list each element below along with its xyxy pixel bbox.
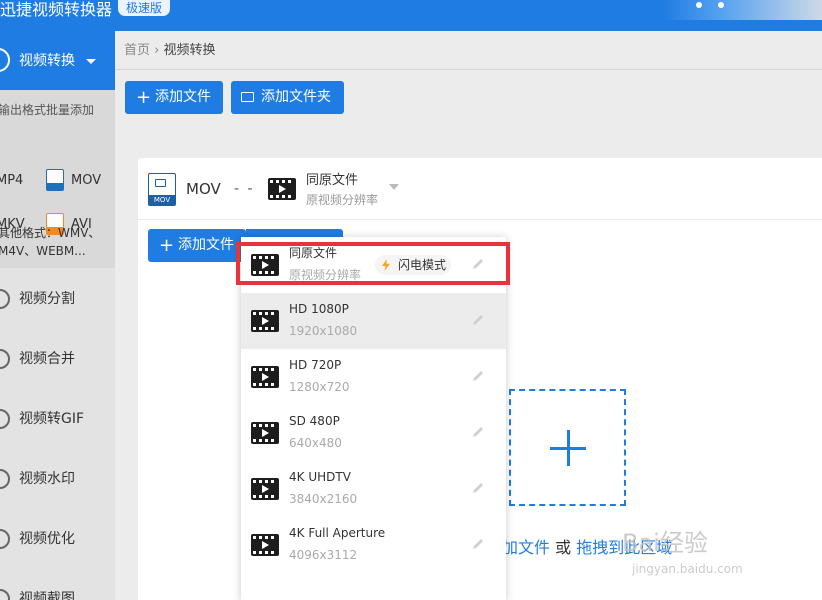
add-file-button[interactable]: + 添加文件 — [125, 81, 223, 114]
item-resolution: 1920x1080 — [289, 324, 358, 338]
video-film-icon — [251, 422, 279, 444]
sidebar-item-label: 视频转换 — [19, 53, 75, 69]
sidebar-item-video-optimize[interactable]: 视频优化 — [0, 519, 115, 559]
video-film-icon — [251, 534, 279, 556]
convert-arrow: - - — [234, 181, 255, 197]
item-name: HD 720P — [289, 358, 342, 372]
edition-badge: 极速版 — [118, 0, 170, 16]
screenshot-icon — [0, 589, 10, 600]
sidebar-item-video-screenshot[interactable]: 视频截图 — [0, 579, 115, 600]
sidebar-item-label: 视频优化 — [19, 531, 75, 547]
window-control-icon[interactable] — [718, 2, 724, 8]
watermark-icon — [0, 469, 10, 489]
button-label: 添加文件 — [178, 237, 234, 253]
watermark-url: jingyan.baidu.com — [632, 562, 743, 576]
format-quick-add: 输出格式批量添加 MP4 MOV MKV AVI 其他格式：WMV、M4V、WE… — [0, 90, 115, 268]
pencil-icon[interactable] — [471, 481, 485, 495]
sidebar-item-label: 视频水印 — [19, 471, 75, 487]
button-label: 添加文件夹 — [261, 89, 331, 105]
item-resolution: 640x480 — [289, 436, 342, 450]
item-name: SD 480P — [289, 414, 340, 428]
item-name: 4K UHDTV — [289, 470, 351, 484]
highlight-annotation — [236, 242, 510, 285]
pencil-icon[interactable] — [471, 425, 485, 439]
split-icon — [0, 289, 10, 309]
dropdown-item-hd-720p[interactable]: HD 720P 1280x720 — [241, 349, 506, 405]
divider — [115, 69, 822, 70]
item-name: HD 1080P — [289, 302, 349, 316]
plus-icon — [567, 430, 570, 466]
gif-icon — [0, 409, 10, 429]
breadcrumb: 首页 › 视频转换 — [124, 42, 216, 60]
sidebar-item-label: 视频合并 — [19, 351, 75, 367]
optimize-icon — [0, 529, 10, 549]
chevron-down-icon[interactable] — [389, 184, 399, 190]
sidebar-item-video-watermark[interactable]: 视频水印 — [0, 459, 115, 499]
folder-icon — [241, 92, 254, 102]
video-film-icon — [251, 366, 279, 388]
drop-hint-or: 或 — [555, 538, 572, 557]
target-format-resolution[interactable]: 原视频分辨率 — [306, 193, 378, 208]
chevron-down-icon[interactable] — [86, 59, 96, 64]
sidebar-item-label: 视频转GIF — [19, 411, 85, 427]
format-dropdown: 同原文件 原视频分辨率 闪电模式 HD 1080P 1920x1080 HD 7… — [241, 237, 506, 600]
pencil-icon[interactable] — [471, 313, 485, 327]
breadcrumb-home[interactable]: 首页 — [124, 43, 150, 58]
sidebar-item-video-convert[interactable]: 视频转换 — [0, 31, 115, 90]
panel-add-file-button[interactable]: + 添加文件 — [148, 229, 246, 262]
other-formats[interactable]: 其他格式：WMV、M4V、WEBM... — [0, 224, 113, 260]
button-label: 添加文件 — [155, 89, 211, 105]
watermark: Bai经验 — [622, 529, 708, 557]
dropdown-item-4k-full-aperture[interactable]: 4K Full Aperture 4096x3112 — [241, 517, 506, 573]
item-resolution: 1280x720 — [289, 380, 350, 394]
item-name: 4K Full Aperture — [289, 526, 386, 540]
breadcrumb-current: 视频转换 — [163, 43, 216, 58]
sidebar-item-video-split[interactable]: 视频分割 — [0, 279, 115, 319]
target-format-title[interactable]: 同原文件 — [306, 172, 358, 189]
file-icon-label: MOV — [149, 195, 175, 205]
plus-icon: + — [136, 87, 152, 108]
sidebar-item-video-merge[interactable]: 视频合并 — [0, 339, 115, 379]
app-title: 迅捷视频转换器 — [0, 0, 113, 19]
convert-icon — [0, 48, 10, 72]
video-film-icon — [251, 478, 279, 500]
dropdown-item-hd-1080p[interactable]: HD 1080P 1920x1080 — [241, 293, 506, 349]
item-resolution: 4096x3112 — [289, 548, 358, 562]
mov-file-icon: MOV — [148, 173, 176, 206]
dropdown-item-4k-uhdtv[interactable]: 4K UHDTV 3840x2160 — [241, 461, 506, 517]
plus-icon: + — [159, 235, 175, 256]
video-film-icon — [251, 310, 279, 332]
video-film-icon — [268, 178, 296, 200]
dropdown-item-sd-480p[interactable]: SD 480P 640x480 — [241, 405, 506, 461]
sidebar: 视频转换 输出格式批量添加 MP4 MOV MKV AVI 其他格式：WMV、M… — [0, 31, 115, 600]
format-mov[interactable]: MOV — [71, 172, 101, 190]
title-bar-controls — [662, 0, 822, 20]
merge-icon — [0, 349, 10, 369]
sidebar-item-label: 视频截图 — [19, 591, 75, 600]
drop-hint-add[interactable]: 加文件 — [502, 538, 550, 557]
source-format: MOV — [186, 180, 221, 198]
sidebar-item-label: 视频分割 — [19, 291, 75, 307]
pencil-icon[interactable] — [471, 369, 485, 383]
pencil-icon[interactable] — [471, 537, 485, 551]
batch-add-hint: 输出格式批量添加 — [0, 103, 95, 117]
mov-file-icon — [46, 169, 64, 191]
add-folder-button[interactable]: 添加文件夹 — [231, 81, 344, 114]
item-resolution: 3840x2160 — [289, 492, 358, 506]
window-control-icon[interactable] — [696, 2, 702, 8]
divider — [138, 219, 822, 220]
title-bar: 迅捷视频转换器 极速版 — [0, 0, 822, 31]
format-mp4[interactable]: MP4 — [0, 172, 23, 190]
breadcrumb-separator: › — [154, 43, 160, 58]
sidebar-item-video-to-gif[interactable]: 视频转GIF — [0, 399, 115, 439]
